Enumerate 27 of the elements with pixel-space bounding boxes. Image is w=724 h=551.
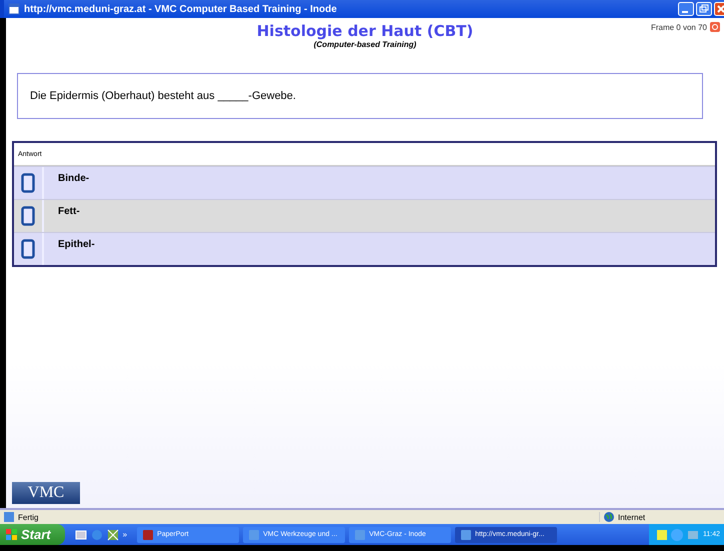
question-text: Die Epidermis (Oberhaut) besteht aus _____-Gewebe. <box>30 90 296 102</box>
checkbox-icon[interactable] <box>21 239 35 259</box>
page-subtitle: (Computer-based Training) <box>314 40 416 49</box>
page-title: Histologie der Haut (CBT) <box>256 22 474 40</box>
zone-text: Internet <box>618 512 646 522</box>
answer-option[interactable]: Epithel- <box>14 232 715 265</box>
status-text: Fertig <box>18 512 38 522</box>
desktop-icon[interactable] <box>74 528 87 540</box>
start-button[interactable]: Start <box>0 524 65 545</box>
answer-option[interactable]: Binde- <box>14 166 715 199</box>
app-icon <box>461 530 472 540</box>
frame-counter: Frame 0 von 70 <box>650 22 707 32</box>
close-button[interactable] <box>714 2 724 16</box>
app-icon <box>249 530 260 540</box>
restore-button[interactable] <box>696 2 712 16</box>
windows-flag-icon <box>6 528 18 540</box>
minimize-button[interactable] <box>678 2 694 16</box>
grid-icon[interactable] <box>106 528 119 540</box>
checkbox-icon[interactable] <box>21 206 35 226</box>
answer-option[interactable]: Fett- <box>14 199 715 232</box>
checkbox-icon[interactable] <box>21 173 35 193</box>
app-icon <box>143 530 154 540</box>
logo: VMC <box>12 482 80 504</box>
window-title: http://vmc.meduni-graz.at - VMC Computer Based Training - Inode <box>24 4 338 14</box>
app-icon <box>355 530 366 540</box>
browser-icon <box>8 3 20 15</box>
more-button[interactable]: » <box>122 530 128 539</box>
